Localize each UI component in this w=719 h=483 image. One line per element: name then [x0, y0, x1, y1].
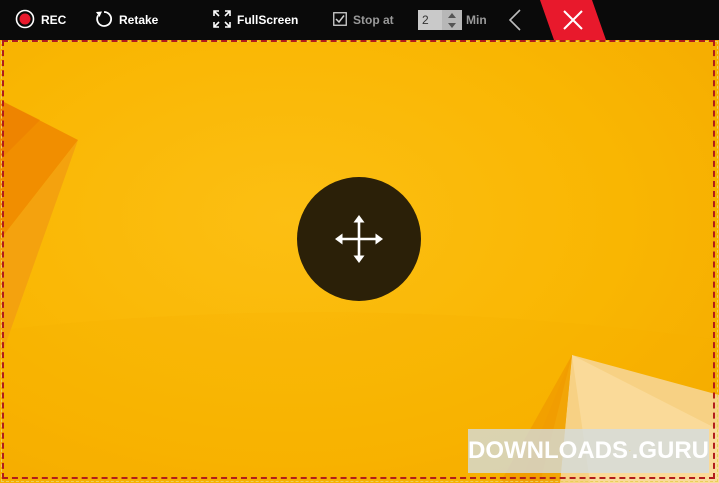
stepper-down-button[interactable]	[442, 20, 462, 30]
stepper-arrows	[442, 10, 462, 30]
close-icon	[540, 0, 606, 40]
downloads-guru-watermark: DOWNLOADS .GURU	[468, 429, 709, 473]
watermark-text-guru: .GURU	[631, 437, 709, 464]
screen-recorder-window: REC Retake FullScreen Stop at 2 Min DOWN…	[0, 0, 719, 483]
stop-time-input[interactable]	[418, 10, 442, 30]
watermark-text-downloads: DOWNLOADS	[468, 437, 628, 464]
close-button[interactable]	[540, 0, 606, 40]
rec-button[interactable]: REC	[15, 0, 66, 40]
checkbox-icon[interactable]	[333, 11, 347, 29]
stop-at-label: Stop at	[353, 13, 394, 27]
rec-label: REC	[41, 13, 67, 27]
retake-button[interactable]: Retake	[95, 0, 158, 40]
collapse-toolbar-button[interactable]	[504, 6, 526, 34]
fullscreen-button[interactable]: FullScreen	[213, 0, 298, 40]
minutes-unit-label: Min	[466, 13, 487, 27]
stop-time-stepper[interactable]	[418, 10, 462, 30]
record-icon	[15, 9, 35, 32]
move-arrows-icon	[335, 215, 383, 263]
chevron-left-icon	[509, 9, 521, 31]
chevron-down-icon	[448, 22, 456, 28]
move-region-handle[interactable]	[297, 177, 421, 301]
recorder-toolbar: REC Retake FullScreen Stop at 2 Min	[0, 0, 719, 40]
download-arrow-icon	[629, 450, 631, 452]
stop-at-checkbox[interactable]: Stop at	[333, 0, 394, 40]
expand-icon	[213, 9, 231, 31]
retake-label: Retake	[119, 13, 159, 27]
fullscreen-label: FullScreen	[237, 13, 299, 27]
stepper-up-button[interactable]	[442, 10, 462, 20]
refresh-icon	[95, 9, 113, 32]
chevron-up-icon	[448, 12, 456, 18]
